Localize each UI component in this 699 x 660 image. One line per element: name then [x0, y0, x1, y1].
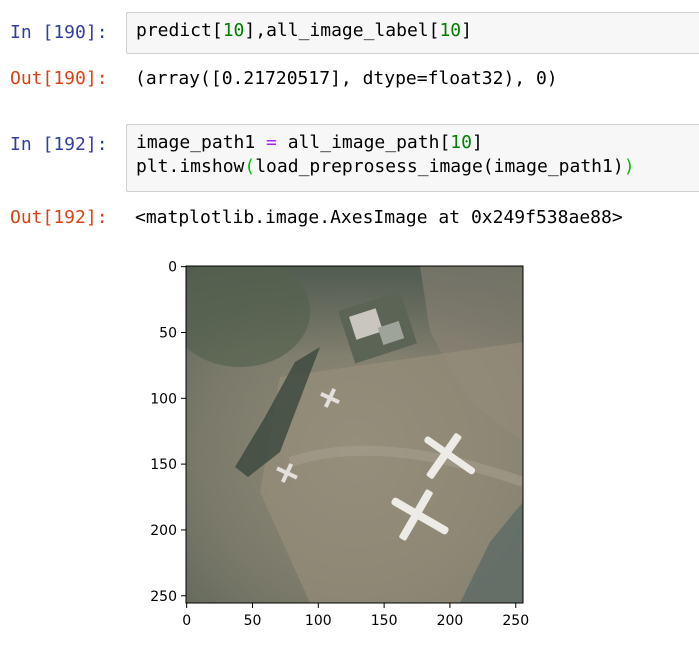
output-prompt: Out[192]: [10, 207, 108, 228]
code-line: image_path1 = all_image_path[10] [136, 132, 483, 153]
x-tick-label: 200 [437, 613, 464, 629]
code-input-cell[interactable]: image_path1 = all_image_path[10] plt.ims… [126, 124, 699, 192]
y-tick-label: 200 [150, 523, 177, 539]
x-tick-label: 250 [502, 613, 529, 629]
y-tick-label: 150 [150, 457, 177, 473]
matplotlib-figure: 0 50 100 150 200 250 0 50 100 150 200 250 [130, 252, 550, 656]
x-tick-label: 50 [244, 613, 262, 629]
x-tick-label: 0 [182, 613, 191, 629]
x-tick-label: 100 [305, 613, 332, 629]
input-prompt: In [192]: [10, 134, 108, 155]
y-tick-label: 50 [159, 325, 177, 341]
output-text: (array([0.21720517], dtype=float32), 0) [135, 68, 558, 89]
y-tick-label: 250 [150, 589, 177, 605]
code-input-cell[interactable]: predict[10],all_image_label[10] [126, 12, 699, 54]
output-prompt: Out[190]: [10, 68, 108, 89]
y-tick-label: 100 [150, 391, 177, 407]
x-tick-label: 150 [371, 613, 398, 629]
y-tick-label: 0 [168, 260, 177, 276]
code-line: predict[10],all_image_label[10] [136, 20, 472, 41]
code-line: plt.imshow(load_preprosess_image(image_p… [136, 156, 635, 177]
input-prompt: In [190]: [10, 22, 108, 43]
y-axis: 0 50 100 150 200 250 [150, 260, 186, 605]
aerial-airport-image [186, 266, 523, 603]
output-text: <matplotlib.image.AxesImage at 0x249f538… [135, 207, 623, 228]
x-axis: 0 50 100 150 200 250 [182, 603, 529, 629]
